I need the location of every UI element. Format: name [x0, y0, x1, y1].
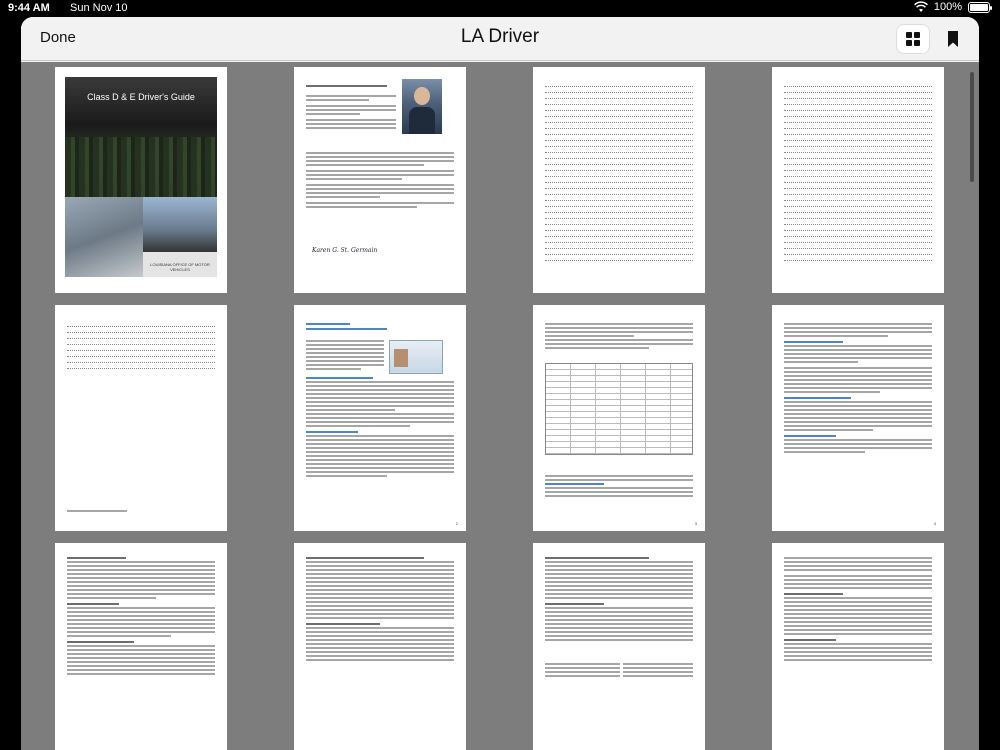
- bookmark-icon: [948, 31, 958, 47]
- page-number: 4: [933, 521, 936, 526]
- page-thumbnail-6[interactable]: 2: [294, 305, 466, 531]
- page-thumbnail-7[interactable]: 3: [533, 305, 705, 531]
- page-thumbnail-1[interactable]: Class D & E Driver's Guide LOUISIANA OFF…: [55, 67, 227, 293]
- page-thumbnail-9[interactable]: [55, 543, 227, 750]
- license-card-image: [389, 340, 443, 374]
- cover-photo-highway: [65, 197, 143, 277]
- cover-title: Class D & E Driver's Guide: [87, 92, 195, 102]
- page-thumbnail-4[interactable]: [772, 67, 944, 293]
- page-thumbnail-3[interactable]: [533, 67, 705, 293]
- page-number: 2: [455, 521, 458, 526]
- page-thumbnail-8[interactable]: 4: [772, 305, 944, 531]
- table-of-contents: [545, 85, 693, 265]
- cover-photo-dashboard: [143, 197, 217, 252]
- commissioner-signature: Karen G. St. Germain: [312, 247, 378, 254]
- page-thumbnail-11[interactable]: [533, 543, 705, 750]
- page-title: LA Driver: [460, 26, 540, 47]
- license-fee-table: [545, 363, 693, 455]
- scrollbar-thumb[interactable]: [970, 72, 974, 182]
- commissioner-photo: [402, 79, 442, 134]
- grid-view-button[interactable]: [897, 25, 929, 53]
- battery-percent: 100%: [933, 1, 962, 13]
- wifi-icon: [913, 1, 928, 12]
- app-window: Done LA Driver Class D & E Driver's Guid…: [21, 17, 979, 750]
- table-of-contents-continued: [784, 85, 932, 265]
- page-thumbnail-10[interactable]: [294, 543, 466, 750]
- page-thumbnail-5[interactable]: [55, 305, 227, 531]
- page-thumbnail-12[interactable]: [772, 543, 944, 750]
- cover-photo-swamp: Class D & E Driver's Guide: [65, 77, 217, 197]
- page-number: 3: [694, 521, 697, 526]
- page-thumbnail-2[interactable]: Karen G. St. Germain: [294, 67, 466, 293]
- status-time: 9:44 AM: [8, 2, 50, 14]
- battery-icon: [968, 1, 992, 13]
- status-right: 100%: [913, 1, 992, 13]
- grid-icon: [906, 32, 920, 46]
- cover-footer: LOUISIANA OFFICE OF MOTOR VEHICLES: [143, 252, 217, 277]
- page-thumbnail-grid[interactable]: Class D & E Driver's Guide LOUISIANA OFF…: [21, 62, 979, 750]
- navigation-bar: Done LA Driver: [21, 17, 979, 61]
- bookmark-button[interactable]: [939, 25, 967, 53]
- status-date: Sun Nov 10: [70, 2, 128, 14]
- status-bar: 9:44 AM Sun Nov 10 100%: [0, 0, 1000, 16]
